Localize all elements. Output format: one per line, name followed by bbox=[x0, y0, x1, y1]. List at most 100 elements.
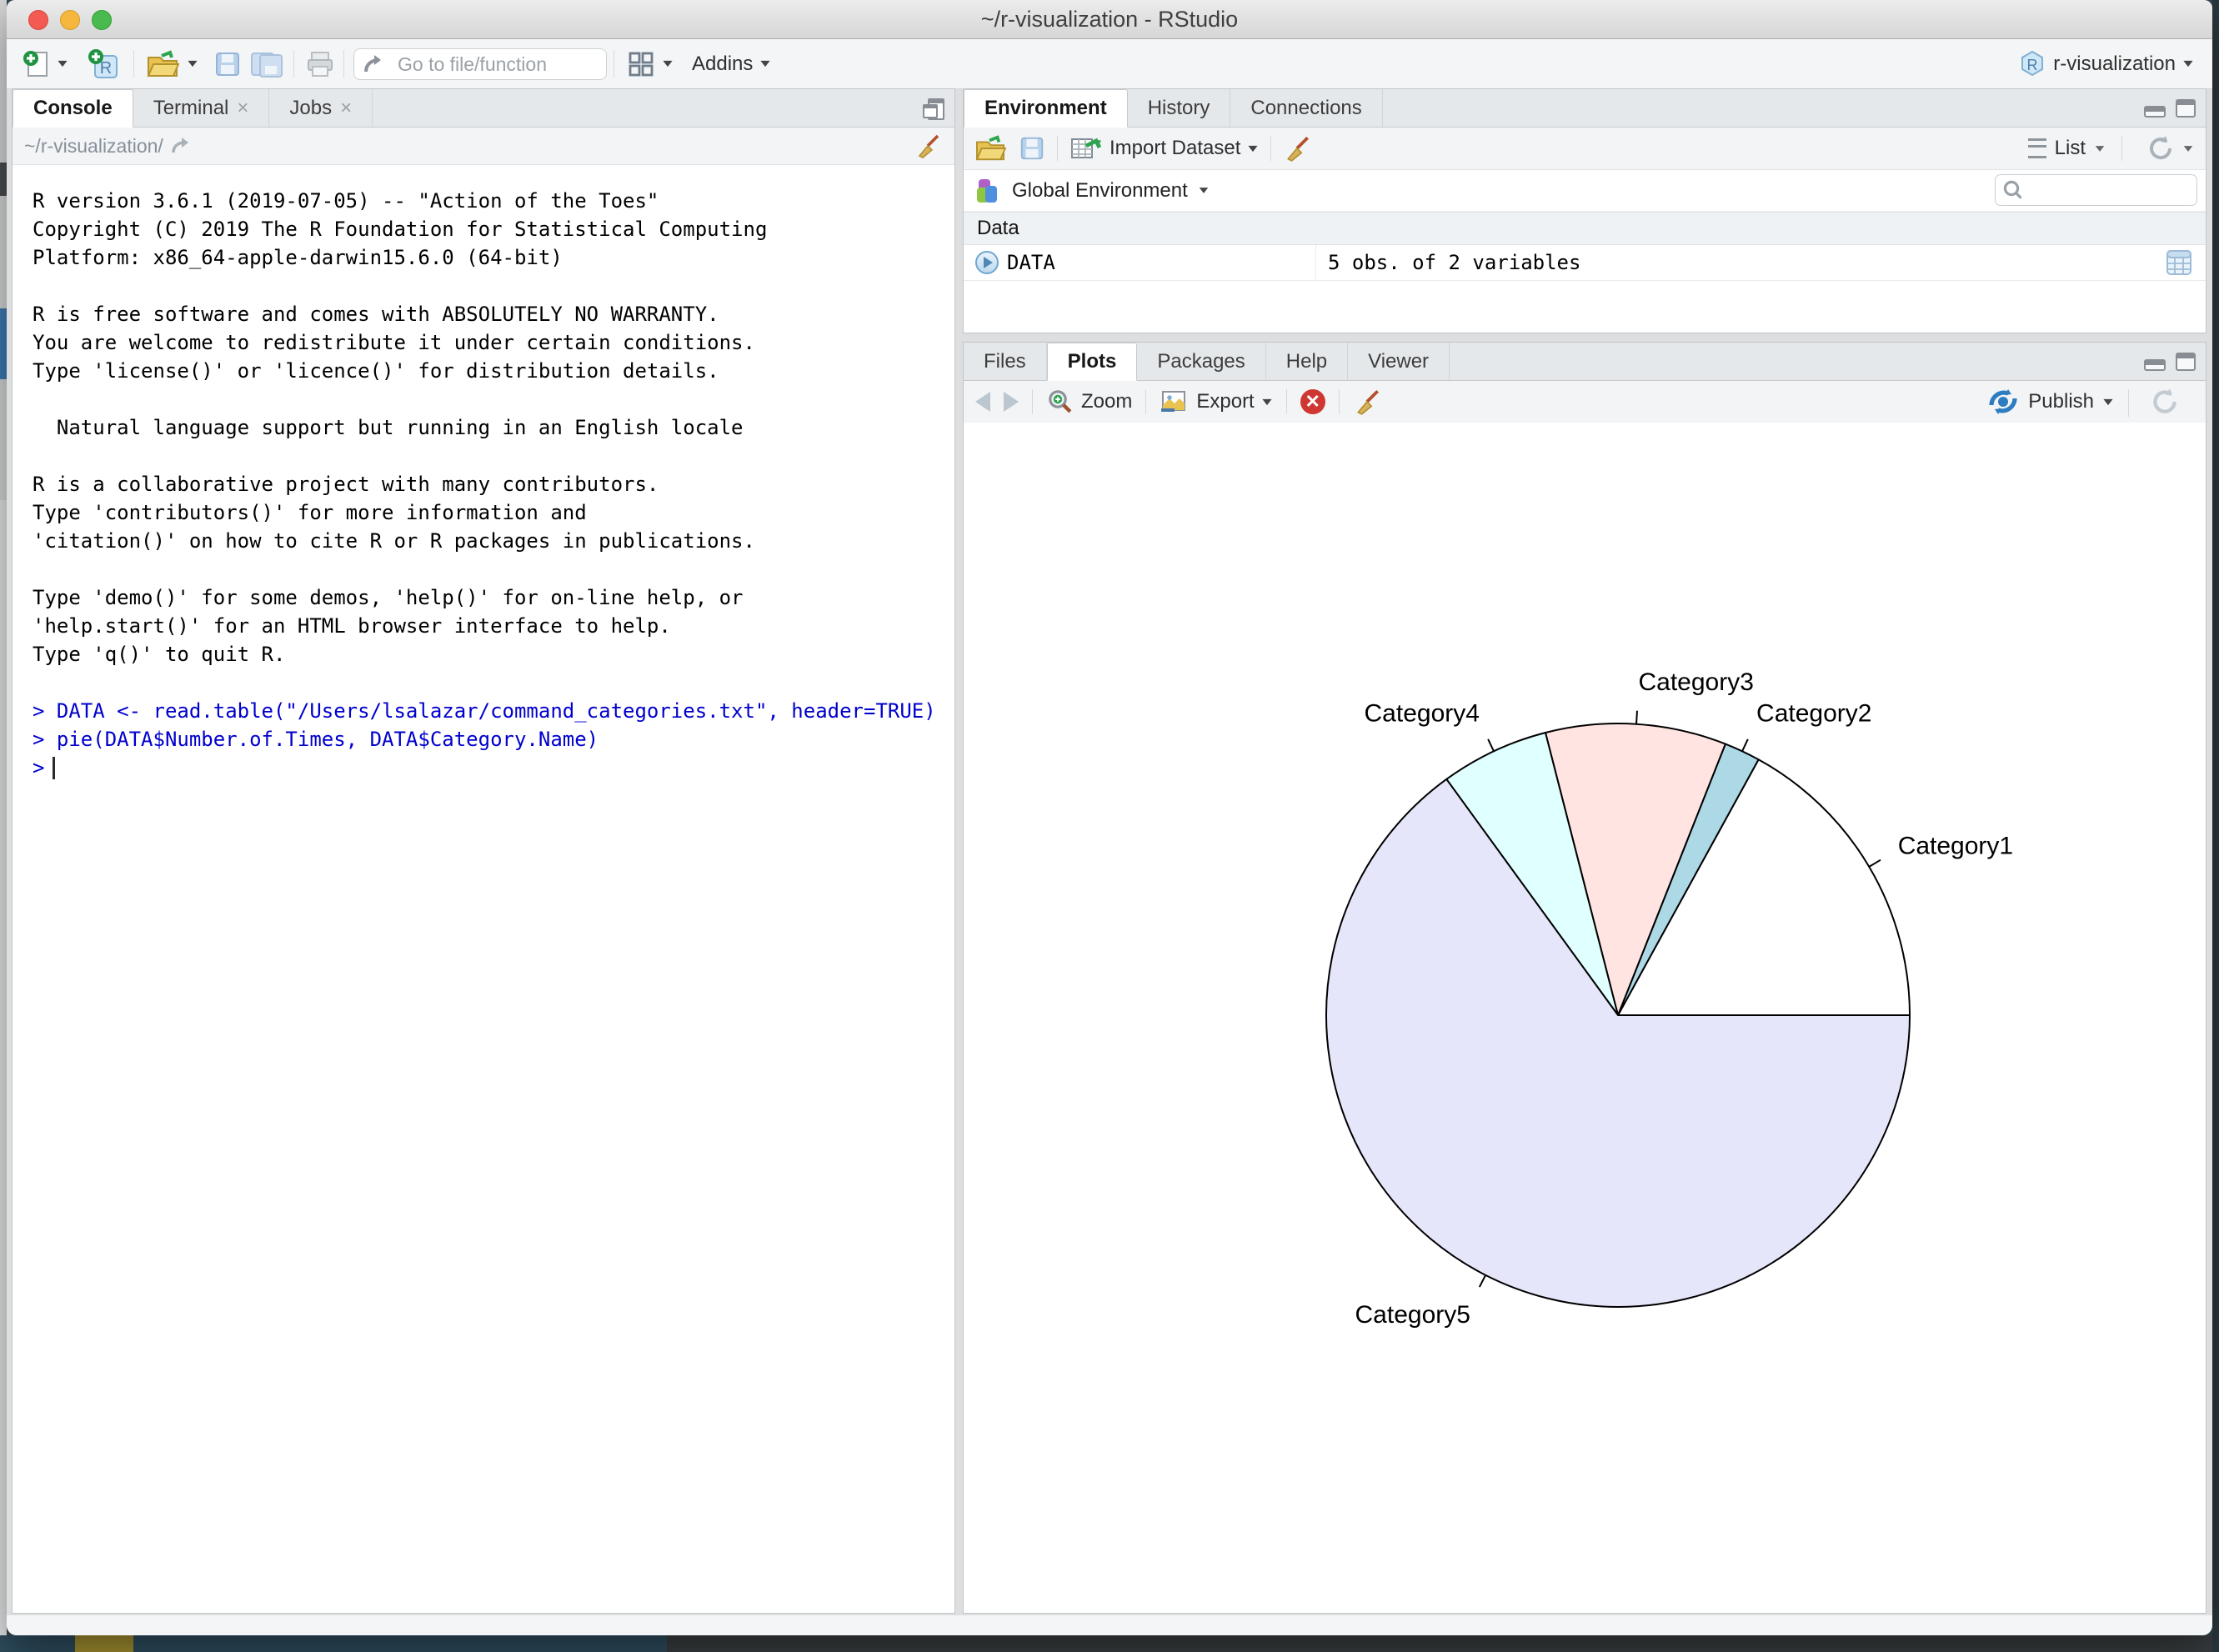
chevron-down-icon bbox=[1249, 145, 1258, 151]
background-strip-bottom bbox=[0, 1635, 2219, 1652]
load-workspace-folder-icon[interactable] bbox=[974, 134, 1007, 163]
remove-plot-icon[interactable]: ✕ bbox=[1300, 389, 1325, 414]
new-file-button[interactable] bbox=[22, 39, 68, 88]
console-pane: Console Terminal × Jobs × ~/r-visualizat… bbox=[12, 88, 955, 1614]
goto-file-box[interactable] bbox=[353, 48, 607, 80]
maximize-pane-icon[interactable] bbox=[2176, 353, 2196, 371]
pie-label-tick bbox=[1636, 711, 1637, 724]
tab-files[interactable]: Files bbox=[964, 343, 1047, 380]
open-folder-icon bbox=[145, 49, 180, 79]
next-plot-icon[interactable] bbox=[1004, 392, 1019, 412]
tab-history[interactable]: History bbox=[1128, 89, 1231, 127]
tab-jobs[interactable]: Jobs × bbox=[269, 89, 373, 127]
export-plot-button[interactable]: Export bbox=[1160, 388, 1272, 415]
fullscreen-button[interactable] bbox=[92, 10, 112, 30]
titlebar[interactable]: ~/r-visualization - RStudio bbox=[7, 0, 2212, 39]
pie-label-tick bbox=[1869, 860, 1881, 867]
save-all-button[interactable] bbox=[250, 39, 283, 88]
console-line: R is a collaborative project with many c… bbox=[33, 470, 954, 498]
chevron-down-icon[interactable] bbox=[1200, 188, 1209, 193]
console-line bbox=[33, 555, 954, 583]
environment-tabstrip: Environment History Connections bbox=[964, 89, 2206, 128]
console-line: > pie(DATA$Number.of.Times, DATA$Categor… bbox=[33, 725, 954, 753]
search-icon bbox=[2002, 179, 2024, 201]
pane-layout-button[interactable] bbox=[627, 39, 674, 88]
tab-label: Environment bbox=[984, 97, 1107, 120]
background-fragment bbox=[75, 1635, 133, 1652]
chevron-down-icon bbox=[58, 61, 67, 67]
background-fragment bbox=[0, 500, 7, 1652]
console-line: Platform: x86_64-apple-darwin15.6.0 (64-… bbox=[33, 243, 954, 272]
refresh-environment-button[interactable] bbox=[2146, 133, 2194, 163]
list-view-button[interactable]: List bbox=[2028, 137, 2106, 160]
console-line: Type 'license()' or 'licence()' for dist… bbox=[33, 357, 954, 385]
clear-objects-broom-icon[interactable] bbox=[1283, 134, 1313, 163]
rstudio-window: ~/r-visualization - RStudio R bbox=[7, 0, 2212, 1635]
tab-environment[interactable]: Environment bbox=[964, 89, 1128, 128]
close-icon[interactable]: × bbox=[237, 97, 248, 120]
restore-panes-icon[interactable] bbox=[923, 98, 944, 118]
clear-console-broom-icon[interactable] bbox=[914, 133, 943, 159]
view-table-icon[interactable] bbox=[2164, 248, 2194, 278]
print-button[interactable] bbox=[305, 39, 335, 88]
zoom-plot-button[interactable]: Zoom bbox=[1046, 388, 1132, 416]
refresh-plot-icon[interactable] bbox=[2149, 386, 2181, 418]
tab-viewer[interactable]: Viewer bbox=[1348, 343, 1450, 380]
export-label: Export bbox=[1196, 390, 1254, 413]
environment-toolbar: Import Dataset List bbox=[964, 128, 2206, 170]
toolbar-separator bbox=[1286, 389, 1287, 414]
data-section-label: Data bbox=[977, 217, 1019, 240]
tab-label: History bbox=[1148, 97, 1210, 120]
pie-label-tick bbox=[1480, 1275, 1485, 1287]
svg-text:R: R bbox=[100, 59, 112, 78]
environment-scope-row: Global Environment bbox=[964, 170, 2206, 212]
addins-button[interactable]: Addins bbox=[692, 39, 771, 88]
scope-selector[interactable]: Global Environment bbox=[1012, 179, 1188, 203]
open-file-button[interactable] bbox=[145, 39, 198, 88]
toolbar-separator bbox=[2128, 389, 2129, 417]
tab-console[interactable]: Console bbox=[13, 89, 133, 128]
close-icon[interactable]: × bbox=[340, 97, 352, 120]
project-name: r-visualization bbox=[2053, 53, 2176, 76]
goto-file-input[interactable] bbox=[396, 53, 583, 77]
new-project-button[interactable]: R bbox=[87, 39, 120, 88]
minimize-pane-icon[interactable] bbox=[2144, 106, 2166, 118]
console-line bbox=[33, 272, 954, 300]
minimize-pane-icon[interactable] bbox=[2144, 359, 2166, 371]
import-table-icon bbox=[1069, 134, 1103, 163]
tab-label: Help bbox=[1286, 350, 1327, 373]
clear-plots-broom-icon[interactable] bbox=[1353, 388, 1383, 416]
tab-help[interactable]: Help bbox=[1266, 343, 1348, 380]
project-menu-button[interactable]: R r-visualization bbox=[2018, 39, 2194, 88]
screen: ~/r-visualization - RStudio R bbox=[0, 0, 2219, 1652]
tab-label: Jobs bbox=[289, 97, 332, 120]
pie-label-Category2: Category2 bbox=[1756, 699, 1871, 727]
console-output[interactable]: R version 3.6.1 (2019-07-05) -- "Action … bbox=[13, 165, 954, 782]
share-arrow-icon[interactable] bbox=[170, 134, 195, 158]
tab-plots[interactable]: Plots bbox=[1047, 343, 1138, 381]
pie-label-Category5: Category5 bbox=[1355, 1301, 1470, 1329]
save-workspace-icon[interactable] bbox=[1019, 135, 1045, 162]
import-dataset-button[interactable]: Import Dataset bbox=[1069, 134, 1259, 163]
toolbar-separator bbox=[1057, 136, 1058, 161]
save-button[interactable] bbox=[213, 39, 242, 88]
text-cursor bbox=[53, 757, 55, 779]
table-row[interactable]: DATA 5 obs. of 2 variables bbox=[964, 245, 2206, 281]
minimize-button[interactable] bbox=[60, 10, 80, 30]
console-prompt-line[interactable]: > bbox=[33, 753, 954, 782]
tab-packages[interactable]: Packages bbox=[1137, 343, 1265, 380]
console-line: Type 'q()' to quit R. bbox=[33, 640, 954, 668]
tab-terminal[interactable]: Terminal × bbox=[133, 89, 270, 127]
close-button[interactable] bbox=[28, 10, 48, 30]
environment-search-box[interactable] bbox=[1995, 174, 2197, 206]
export-image-icon bbox=[1160, 388, 1190, 415]
publish-icon bbox=[1986, 385, 2020, 418]
previous-plot-icon[interactable] bbox=[975, 392, 990, 412]
new-document-icon bbox=[22, 49, 50, 79]
tab-connections[interactable]: Connections bbox=[1230, 89, 1382, 127]
console-line bbox=[33, 385, 954, 413]
publish-button[interactable]: Publish bbox=[1986, 385, 2114, 418]
maximize-pane-icon[interactable] bbox=[2176, 99, 2196, 118]
environment-search-input[interactable] bbox=[2029, 178, 2182, 202]
expand-object-icon[interactable] bbox=[975, 251, 999, 274]
